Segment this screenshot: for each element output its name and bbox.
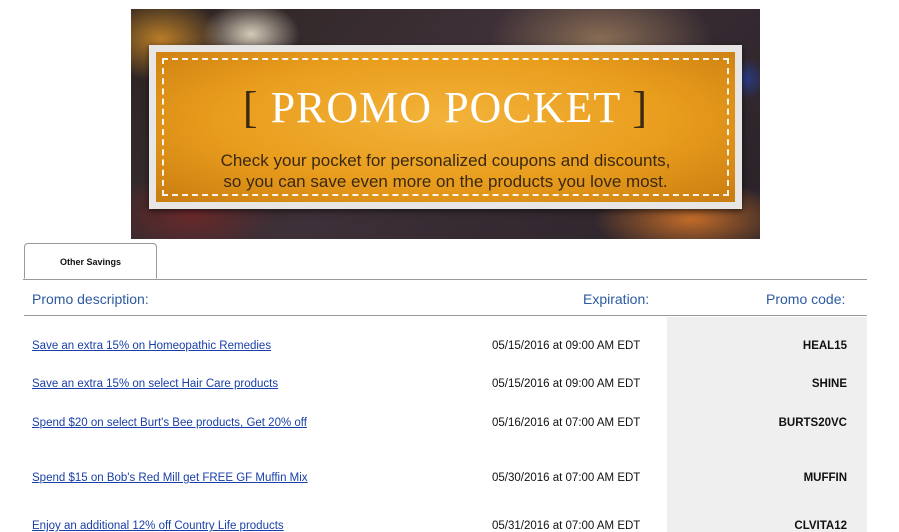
banner-title-text: PROMO POCKET	[270, 83, 621, 132]
promo-link[interactable]: Spend $15 on Bob's Red Mill get FREE GF …	[32, 472, 312, 484]
promo-code-cell: SHINE	[811, 378, 847, 390]
promo-code-cell: BURTS20VC	[778, 417, 847, 429]
column-header-description: Promo description:	[32, 291, 149, 307]
column-header-expiration: Expiration:	[583, 291, 650, 307]
expiration-cell: 05/30/2016 at 07:00 AM EDT	[492, 472, 641, 484]
promo-link[interactable]: Spend $20 on select Burt's Bee products,…	[32, 417, 312, 429]
banner-subtitle-line2: so you can save even more on the product…	[223, 172, 668, 191]
tab-other-savings[interactable]: Other Savings	[24, 243, 157, 279]
promo-link[interactable]: Save an extra 15% on Homeopathic Remedie…	[32, 340, 312, 352]
promo-code-cell: HEAL15	[802, 340, 847, 352]
bracket-left: [	[242, 83, 259, 132]
promo-card: [ PROMO POCKET ] Check your pocket for p…	[149, 45, 742, 209]
promo-code-cell: CLVITA12	[794, 520, 847, 532]
expiration-cell: 05/15/2016 at 09:00 AM EDT	[492, 340, 641, 352]
bracket-right: ]	[632, 83, 649, 132]
promo-link[interactable]: Enjoy an additional 12% off Country Life…	[32, 520, 312, 532]
promo-link[interactable]: Save an extra 15% on select Hair Care pr…	[32, 378, 312, 390]
banner-subtitle: Check your pocket for personalized coupo…	[156, 150, 735, 192]
tab-strip-rule	[23, 279, 867, 280]
expiration-cell: 05/15/2016 at 09:00 AM EDT	[492, 378, 641, 390]
banner-title: [ PROMO POCKET ]	[156, 82, 735, 133]
promo-pocket-banner: [ PROMO POCKET ] Check your pocket for p…	[131, 9, 760, 239]
promo-code-cell: MUFFIN	[803, 472, 847, 484]
promo-card-inner: [ PROMO POCKET ] Check your pocket for p…	[156, 52, 735, 202]
column-header-code: Promo code:	[766, 291, 846, 307]
header-divider	[24, 315, 867, 316]
expiration-cell: 05/31/2016 at 07:00 AM EDT	[492, 520, 641, 532]
banner-subtitle-line1: Check your pocket for personalized coupo…	[220, 151, 671, 170]
expiration-cell: 05/16/2016 at 07:00 AM EDT	[492, 417, 641, 429]
